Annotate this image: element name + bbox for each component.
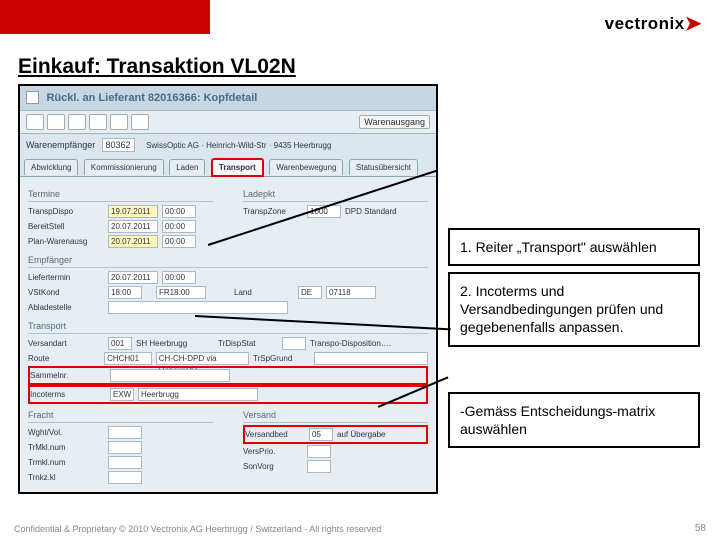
tab-kommissionierung[interactable]: Kommissionierung [84, 159, 164, 175]
incoterms-field[interactable]: EXW [110, 388, 134, 401]
tabstrip: Abwicklung Kommissionierung Laden Transp… [20, 156, 436, 177]
callout-3: -Gemäss Entscheidungs-matrix auswählen [448, 392, 700, 448]
slide-title: Einkauf: Transaktion VL02N [18, 55, 296, 79]
page-number: 58 [695, 523, 706, 534]
versandbed-row: Versandbed05auf Übergabe [243, 425, 428, 444]
incoterms-row: IncotermsEXWHeerbrugg [28, 385, 428, 404]
sap-toolbar: Warenausgang [20, 111, 436, 134]
header-row: Warenempfänger 80362 SwissOptic AG · Hei… [20, 134, 436, 156]
nav-back-icon[interactable] [26, 91, 39, 104]
ship-to-field[interactable]: 80362 [102, 138, 135, 152]
tab-laden[interactable]: Laden [169, 159, 205, 175]
toolbar-btn[interactable] [26, 114, 44, 130]
sap-window-title: Rückl. an Lieferant 82016366: Kopfdetail [20, 86, 436, 111]
goods-issue-button[interactable]: Warenausgang [359, 115, 430, 129]
callout-2: 2. Incoterms und Versandbedingungen prüf… [448, 272, 700, 347]
toolbar-btn[interactable] [110, 114, 128, 130]
transport-pane: Termine TranspDispo19.07.201100:00 Berei… [20, 177, 436, 494]
sap-screenshot: Rückl. an Lieferant 82016366: Kopfdetail… [18, 84, 438, 494]
sammelnr-row: Sammelnr. [28, 366, 428, 385]
toolbar-btn[interactable] [131, 114, 149, 130]
tab-abwicklung[interactable]: Abwicklung [24, 159, 78, 175]
footer-text: Confidential & Proprietary © 2010 Vectro… [14, 524, 381, 534]
versandbed-field[interactable]: 05 [309, 428, 333, 441]
callout-1: 1. Reiter „Transport" auswählen [448, 228, 700, 266]
tab-warenbewegung[interactable]: Warenbewegung [269, 159, 343, 175]
brand-red-bar [0, 0, 210, 34]
logo: vectronix➤ [605, 10, 702, 35]
toolbar-btn[interactable] [47, 114, 65, 130]
tab-statusuebersicht[interactable]: Statusübersicht [349, 159, 418, 175]
tab-transport[interactable]: Transport [211, 158, 264, 177]
toolbar-btn[interactable] [68, 114, 86, 130]
toolbar-btn[interactable] [89, 114, 107, 130]
